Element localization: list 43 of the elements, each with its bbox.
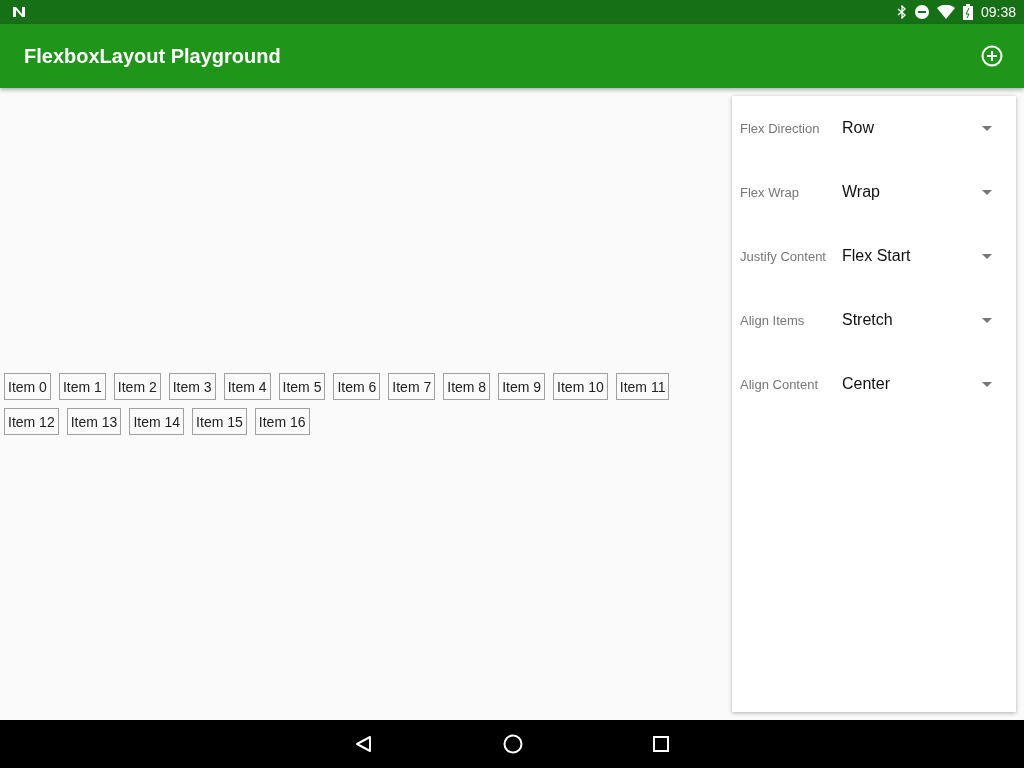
do-not-disturb-icon: [914, 5, 929, 19]
dropdown-arrow-icon: [982, 317, 992, 323]
flex-item[interactable]: Item 4: [223, 373, 271, 400]
setting-dropdown[interactable]: Center: [842, 364, 1008, 404]
home-icon[interactable]: [503, 734, 523, 754]
app-title: FlexboxLayout Playground: [24, 44, 282, 68]
flex-item[interactable]: Item 9: [498, 373, 546, 400]
flex-item[interactable]: Item 5: [278, 373, 326, 400]
setting-dropdown[interactable]: Row: [842, 108, 1008, 148]
recents-icon[interactable]: [653, 736, 669, 752]
notification-icon: [12, 6, 26, 18]
flex-item[interactable]: Item 0: [4, 373, 51, 400]
flex-item[interactable]: Item 11: [615, 373, 670, 400]
setting-dropdown[interactable]: Wrap: [842, 172, 1008, 212]
wifi-icon: [936, 5, 955, 19]
flex-item[interactable]: Item 12: [4, 408, 59, 435]
battery-icon: [962, 4, 973, 20]
setting-label: Justify Content: [740, 248, 827, 264]
flex-item[interactable]: Item 2: [113, 373, 161, 400]
flex-item[interactable]: Item 7: [388, 373, 436, 400]
setting-label: Align Content: [740, 376, 820, 392]
flex-item[interactable]: Item 13: [66, 408, 122, 435]
setting-dropdown[interactable]: Stretch: [842, 300, 1008, 340]
flex-item[interactable]: Item 15: [192, 408, 247, 435]
dropdown-arrow-icon: [982, 189, 992, 195]
dropdown-arrow-icon: [982, 125, 992, 131]
back-icon[interactable]: [355, 735, 373, 753]
flex-item[interactable]: Item 8: [443, 373, 491, 400]
clock: 09:38: [980, 4, 1016, 20]
setting-dropdown[interactable]: Flex Start: [842, 236, 1008, 276]
flex-item[interactable]: Item 1: [58, 373, 106, 400]
dropdown-arrow-icon: [982, 253, 992, 259]
setting-label: Flex Wrap: [740, 184, 800, 200]
dropdown-arrow-icon: [982, 381, 992, 387]
flex-item[interactable]: Item 16: [254, 408, 310, 435]
flex-item[interactable]: Item 14: [129, 408, 185, 435]
flex-item[interactable]: Item 10: [553, 373, 608, 400]
flex-item[interactable]: Item 3: [168, 373, 216, 400]
add-icon[interactable]: [980, 44, 1004, 68]
bluetooth-icon: [896, 5, 907, 19]
setting-label: Align Items: [740, 312, 806, 328]
setting-label: Flex Direction: [740, 120, 821, 136]
flex-item[interactable]: Item 6: [333, 373, 381, 400]
